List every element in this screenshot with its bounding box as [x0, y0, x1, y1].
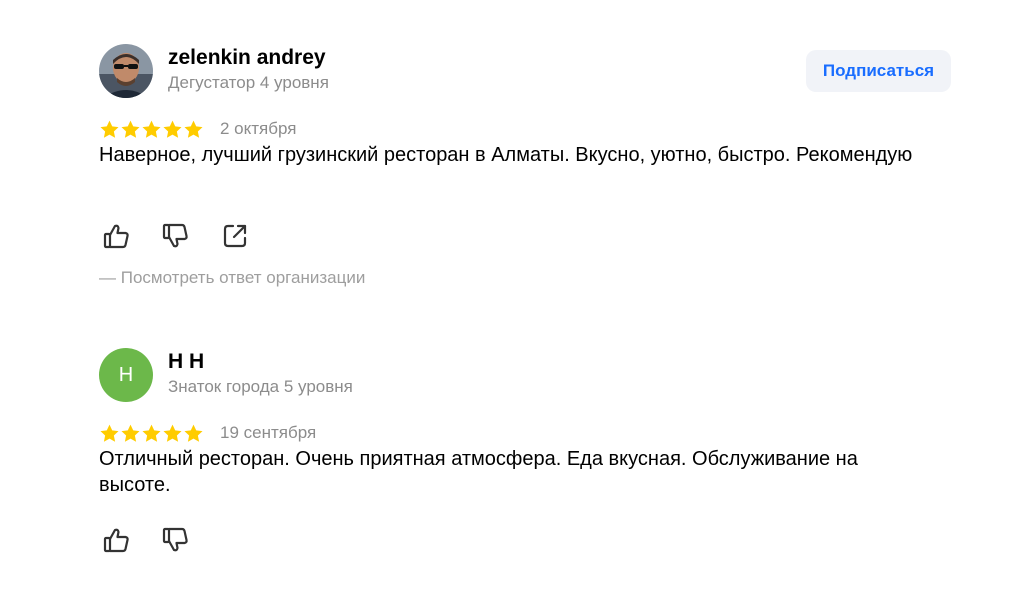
author-level: Дегустатор 4 уровня	[168, 73, 329, 92]
review-text: Наверное, лучший грузинский ресторан в А…	[99, 144, 913, 166]
review-date: 2 октября	[220, 119, 297, 138]
star-icon	[141, 423, 162, 444]
star-icon	[120, 119, 141, 140]
author-name[interactable]: zelenkin andrey	[168, 46, 326, 70]
author-name[interactable]: Н Н	[168, 350, 204, 374]
star-icon	[141, 119, 162, 140]
review-date: 19 сентября	[220, 423, 317, 442]
review-actions	[103, 222, 280, 250]
thumbs-down-icon[interactable]	[162, 526, 190, 554]
star-icon	[183, 423, 204, 444]
review-actions	[103, 526, 221, 554]
review-text: Отличный ресторан. Очень приятная атмосф…	[99, 448, 858, 496]
thumbs-up-icon[interactable]	[103, 526, 131, 554]
avatar[interactable]: Н	[99, 348, 153, 402]
star-icon	[120, 423, 141, 444]
star-icon	[162, 119, 183, 140]
author-level: Знаток города 5 уровня	[168, 377, 353, 396]
thumbs-down-icon[interactable]	[162, 222, 190, 250]
rating: 2 октября	[99, 118, 296, 140]
view-org-reply-link[interactable]: — Посмотреть ответ организации	[99, 268, 365, 288]
star-icon	[99, 119, 120, 140]
rating: 19 сентября	[99, 422, 316, 444]
share-icon[interactable]	[221, 222, 249, 250]
star-icon	[183, 119, 204, 140]
star-icon	[99, 423, 120, 444]
subscribe-button[interactable]: Подписаться	[806, 50, 951, 92]
avatar[interactable]	[99, 44, 153, 98]
star-icon	[162, 423, 183, 444]
thumbs-up-icon[interactable]	[103, 222, 131, 250]
